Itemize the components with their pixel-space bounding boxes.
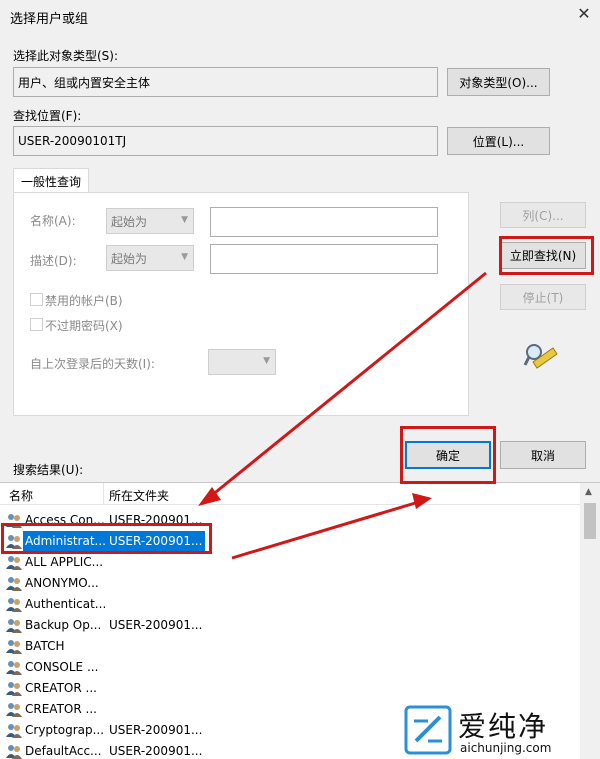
watermark-logo-icon	[404, 705, 452, 755]
annotation-arrow-find-to-results	[205, 271, 487, 502]
annotation-arrow-select-to-ok	[231, 499, 423, 560]
watermark-logo: 爱纯净 aichunjing.com	[404, 703, 596, 757]
annotation-arrowhead	[412, 493, 432, 509]
annotation-arrows	[198, 271, 487, 560]
watermark-url: aichunjing.com	[460, 741, 552, 755]
watermark-brand: 爱纯净	[458, 710, 549, 743]
